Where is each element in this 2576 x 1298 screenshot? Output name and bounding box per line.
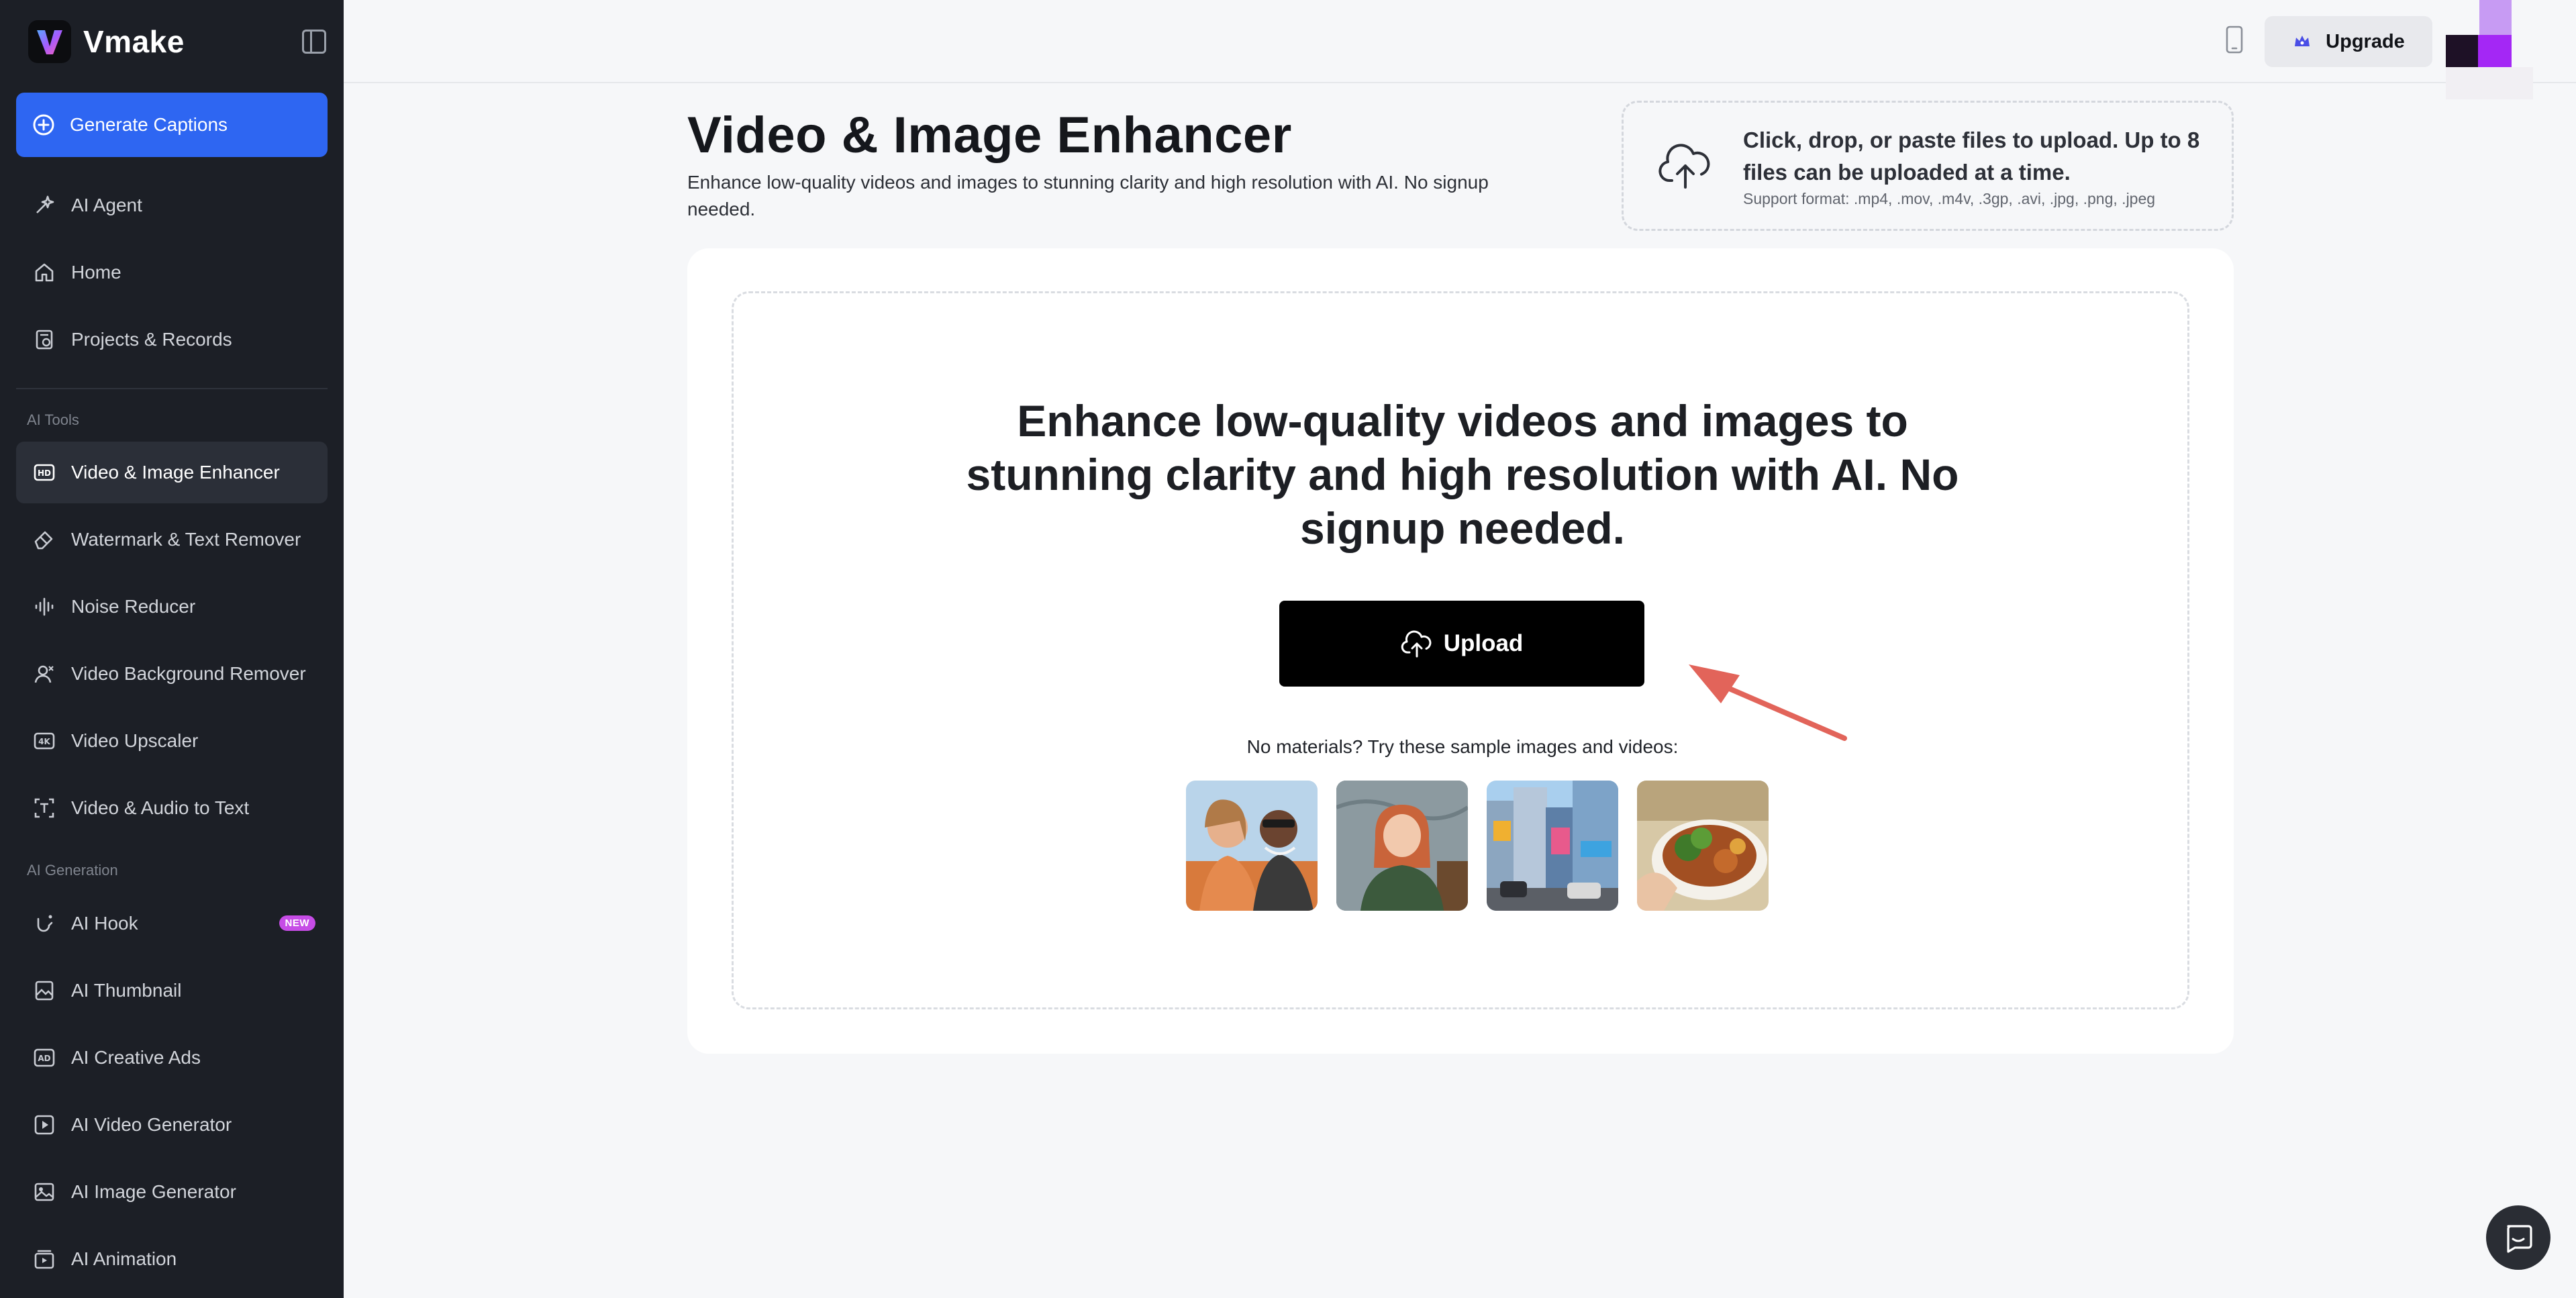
sidebar-item-home[interactable]: Home (16, 242, 328, 303)
image-icon (32, 1180, 56, 1204)
sidebar-item-label: AI Image Generator (71, 1181, 236, 1202)
sidebar-item-label: AI Hook (71, 913, 138, 934)
sidebar-item-ai-hook[interactable]: AI Hook NEW (16, 893, 328, 954)
upload-button-label: Upload (1443, 630, 1524, 656)
crown-icon (2295, 36, 2310, 46)
sidebar-item-watermark-text-remover[interactable]: Watermark & Text Remover (16, 509, 328, 570)
sidebar-item-label: Projects & Records (71, 329, 232, 350)
sparkle-pen-icon (32, 193, 56, 217)
sidebar-item-label: Video & Image Enhancer (71, 462, 280, 483)
upgrade-label: Upgrade (2326, 30, 2405, 52)
sidebar-item-ai-image-generator[interactable]: AI Image Generator (16, 1161, 328, 1223)
hero-heading: Enhance low-quality videos and images to… (966, 396, 1959, 553)
image-frame-icon (32, 979, 56, 1003)
sidebar-item-label: Video Upscaler (71, 730, 199, 751)
page-subtitle: Enhance low-quality videos and images to… (687, 172, 1489, 219)
sidebar-item-label: Video Background Remover (71, 663, 306, 684)
top-bar: Upgrade (344, 0, 2576, 99)
svg-text:HD: HD (38, 468, 51, 478)
sidebar-item-label: AI Video Generator (71, 1114, 232, 1135)
sidebar-item-label: Watermark & Text Remover (71, 529, 301, 550)
svg-text:AD: AD (38, 1054, 50, 1063)
sidebar-item-noise-reducer[interactable]: Noise Reducer (16, 576, 328, 638)
generate-captions-label: Generate Captions (70, 114, 228, 135)
chat-icon (2507, 1225, 2532, 1253)
sidebar-item-video-image-enhancer[interactable]: HD Video & Image Enhancer (16, 442, 328, 503)
plus-circle-icon (33, 114, 54, 136)
svg-text:4K: 4K (38, 737, 50, 746)
sidebar-item-label: AI Animation (71, 1248, 177, 1269)
avatar[interactable] (2446, 0, 2533, 101)
hd-icon: HD (32, 460, 56, 485)
eraser-icon (32, 528, 56, 552)
sidebar-item-video-background-remover[interactable]: Video Background Remover (16, 643, 328, 705)
play-square-icon (32, 1113, 56, 1137)
sidebar-divider (16, 388, 328, 389)
sidebar-item-ai-thumbnail[interactable]: AI Thumbnail (16, 960, 328, 1021)
sample-thumbnail[interactable] (1336, 781, 1468, 911)
upload-hint-title: Click, drop, or paste files to upload. U… (1743, 128, 2200, 185)
sidebar-item-label: Home (71, 262, 121, 283)
sidebar-item-label: AI Thumbnail (71, 980, 182, 1001)
sidebar-item-label: Video & Audio to Text (71, 797, 250, 818)
sidebar-item-ai-creative-ads[interactable]: AD AI Creative Ads (16, 1027, 328, 1089)
sidebar-item-label: AI Agent (71, 195, 142, 215)
animation-icon (32, 1247, 56, 1271)
text-frame-icon (32, 796, 56, 820)
section-label-ai-generation: AI Generation (27, 862, 118, 879)
section-label-ai-tools: AI Tools (27, 411, 79, 428)
upload-drop-area[interactable]: Click, drop, or paste files to upload. U… (1622, 101, 2234, 231)
vmake-logo (28, 20, 71, 63)
ad-icon: AD (32, 1046, 56, 1070)
document-icon (32, 328, 56, 352)
sidebar: Vmake Generate Captions AI Agent Home Pr… (0, 0, 344, 1298)
sidebar-item-ai-agent[interactable]: AI Agent (16, 174, 328, 236)
sidebar-item-label: Noise Reducer (71, 596, 196, 617)
supported-formats: Support format: .mp4, .mov, .m4v, .3gp, … (1743, 190, 2156, 207)
annotation-arrow-icon (1689, 664, 1847, 741)
generate-captions-button[interactable]: Generate Captions (16, 93, 328, 157)
sidebar-collapse-icon[interactable] (302, 30, 326, 54)
sidebar-item-ai-animation[interactable]: AI Animation (16, 1228, 328, 1290)
upgrade-button[interactable]: Upgrade (2265, 16, 2432, 67)
sidebar-item-ai-video-generator[interactable]: AI Video Generator (16, 1094, 328, 1156)
home-icon (32, 260, 56, 285)
cloud-upload-icon (1401, 630, 1432, 658)
sidebar-item-video-upscaler[interactable]: 4K Video Upscaler (16, 710, 328, 772)
brand[interactable]: Vmake (28, 20, 185, 63)
upload-dropzone[interactable]: Enhance low-quality videos and images to… (732, 291, 2189, 1009)
cloud-upload-icon (1658, 144, 1710, 189)
soundwave-icon (32, 595, 56, 619)
4k-icon: 4K (32, 729, 56, 753)
chat-support-button[interactable] (2486, 1205, 2550, 1270)
sample-thumbnail[interactable] (1487, 781, 1618, 911)
sample-thumbnail[interactable] (1637, 781, 1769, 911)
sidebar-item-projects-records[interactable]: Projects & Records (16, 309, 328, 370)
upload-button[interactable]: Upload (1279, 601, 1644, 687)
brand-name: Vmake (83, 24, 185, 59)
hook-icon (32, 911, 56, 936)
sample-thumbnail[interactable] (1186, 781, 1318, 911)
page-title: Video & Image Enhancer (687, 107, 1292, 164)
new-badge: NEW (279, 915, 315, 931)
person-cutout-icon (32, 662, 56, 686)
main-card: Enhance low-quality videos and images to… (687, 248, 2234, 1054)
mobile-device-icon[interactable] (2224, 26, 2244, 57)
sidebar-item-video-audio-to-text[interactable]: Video & Audio to Text (16, 777, 328, 839)
sidebar-item-label: AI Creative Ads (71, 1047, 201, 1068)
